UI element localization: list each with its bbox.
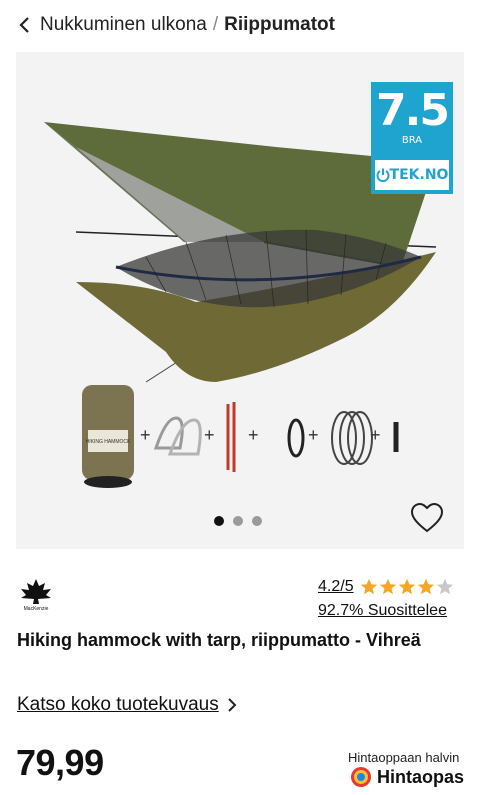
badge-brand-text: TEK.NO xyxy=(389,167,449,183)
rating-stars xyxy=(360,578,454,596)
star-icon xyxy=(360,578,377,595)
gallery-dot-1[interactable] xyxy=(214,516,224,526)
svg-text:+: + xyxy=(248,425,259,445)
breadcrumb-current: Riippumatot xyxy=(224,14,335,35)
rating-summary[interactable]: 4.2/5 xyxy=(318,578,454,596)
badge-label: BRA xyxy=(401,135,423,146)
breadcrumb-parent-link[interactable]: Nukkuminen ulkona xyxy=(40,14,207,36)
svg-text:+: + xyxy=(308,425,319,445)
chevron-right-icon xyxy=(228,698,237,712)
badge-score: 7.5 xyxy=(376,85,450,136)
logo-text: MacKenzie xyxy=(24,606,49,612)
tekno-rating-badge: 7.5 BRA TEK.NO xyxy=(371,82,453,194)
star-icon xyxy=(379,578,396,595)
gallery-dot-3[interactable] xyxy=(252,516,262,526)
breadcrumb-separator: / xyxy=(212,14,219,35)
product-title: Hiking hammock with tarp, riippumatto - … xyxy=(17,630,421,650)
svg-text:+: + xyxy=(370,425,381,445)
star-empty-icon xyxy=(436,578,453,595)
hintaopas-brand[interactable]: Hintaopas xyxy=(377,767,464,788)
svg-text:+: + xyxy=(140,425,151,445)
star-icon xyxy=(417,578,434,595)
favorite-heart-icon[interactable] xyxy=(410,502,444,534)
rating-value[interactable]: 4.2/5 xyxy=(318,578,354,596)
hintaopas-logo-icon xyxy=(351,767,371,787)
price-guide-hint: Hintaoppaan halvin xyxy=(348,750,460,765)
star-icon xyxy=(398,578,415,595)
gallery-pagination xyxy=(214,516,262,526)
product-price: 79,99 xyxy=(16,742,104,783)
hintaopas-link[interactable]: Hintaopas xyxy=(349,765,464,789)
gallery-dot-2[interactable] xyxy=(233,516,243,526)
svg-text:+: + xyxy=(204,425,215,445)
recommend-rate[interactable]: 92.7% Suosittelee xyxy=(318,602,447,620)
power-icon xyxy=(376,168,390,182)
breadcrumb: Nukkuminen ulkona / Riippumatot xyxy=(18,12,335,38)
package-label: HIKING HAMMOCK xyxy=(86,439,131,445)
product-description-link-text[interactable]: Katso koko tuotekuvaus xyxy=(17,694,219,716)
chevron-left-icon[interactable] xyxy=(18,15,32,35)
product-image-gallery[interactable]: HIKING HAMMOCK + + + + + 7.5 BRA TEK.NO xyxy=(16,52,464,549)
mackenzie-logo[interactable]: MacKenzie xyxy=(18,578,54,612)
badge-brand: TEK.NO xyxy=(375,160,449,190)
product-description-link[interactable]: Katso koko tuotekuvaus xyxy=(17,694,237,716)
